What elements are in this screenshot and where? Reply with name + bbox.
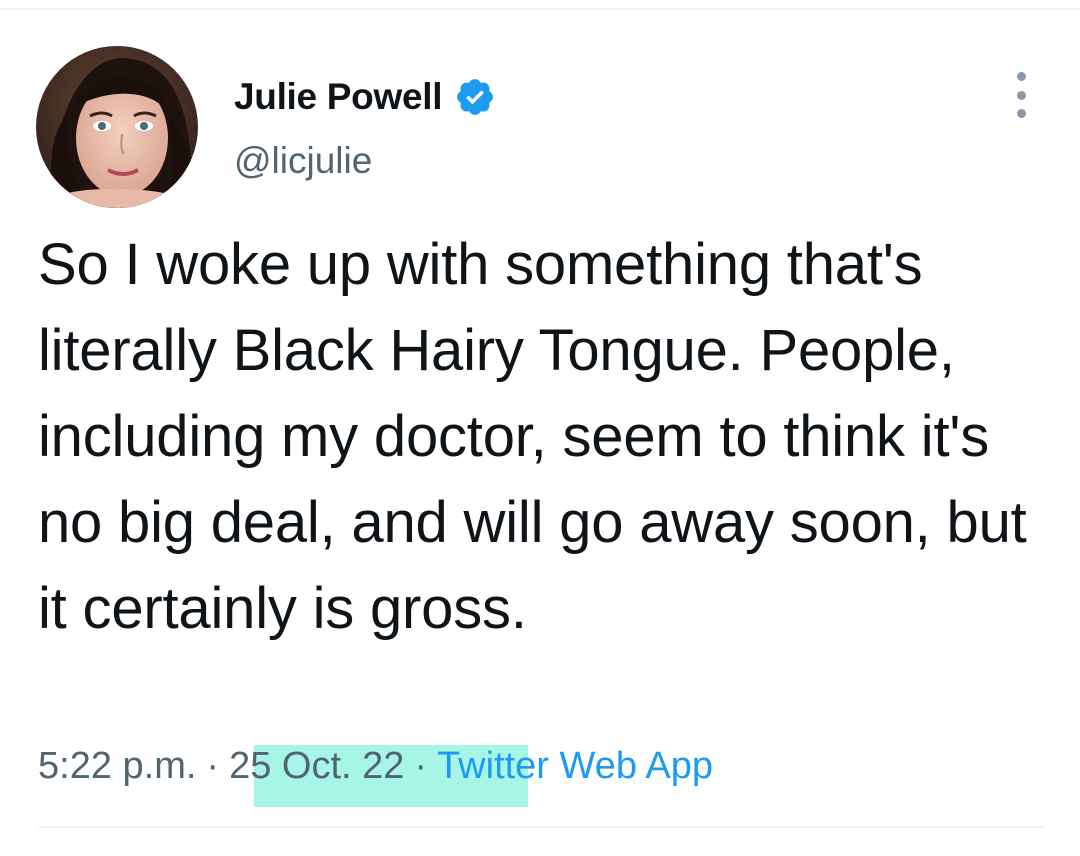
- meta-separator: ·: [206, 744, 220, 787]
- tweet-text: So I woke up with something that's liter…: [38, 232, 1027, 641]
- author-handle[interactable]: @licjulie: [234, 140, 372, 182]
- author-name-row: Julie Powell: [234, 72, 496, 122]
- tweet-date[interactable]: 25 Oct. 22: [229, 745, 404, 788]
- meta-separator: ·: [414, 744, 428, 787]
- more-dot: [1016, 72, 1026, 81]
- tweet-source-link[interactable]: Twitter Web App: [437, 745, 713, 788]
- more-options-icon[interactable]: [1004, 72, 1038, 118]
- tweet-meta: 5:22 p.m. · 25 Oct. 22 · Twitter Web App: [38, 738, 713, 794]
- avatar-photo: [36, 46, 198, 208]
- tweet-card: Julie Powell @licjulie So I woke up with…: [0, 0, 1080, 856]
- tweet-time[interactable]: 5:22 p.m.: [38, 745, 196, 788]
- more-dot: [1016, 109, 1026, 118]
- bottom-divider: [38, 826, 1044, 828]
- verified-badge-icon[interactable]: [454, 76, 496, 118]
- author-display-name[interactable]: Julie Powell: [234, 76, 443, 118]
- more-dot: [1016, 90, 1026, 100]
- avatar[interactable]: [36, 46, 198, 208]
